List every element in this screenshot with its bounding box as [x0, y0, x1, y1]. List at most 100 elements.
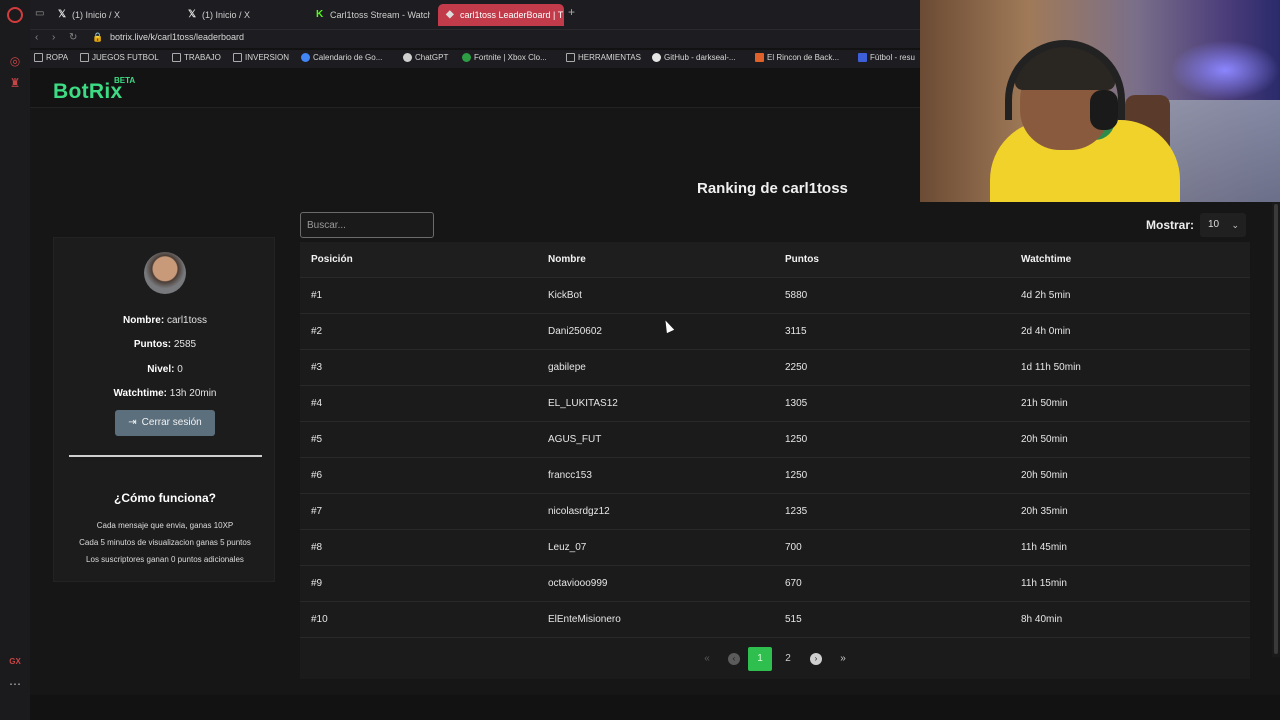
bookmark-label: INVERSION	[245, 53, 290, 62]
points-cell: 700	[785, 542, 802, 553]
points-cell: 1250	[785, 434, 808, 445]
divider	[69, 455, 262, 457]
bookmark-label: JUEGOS FUTBOL	[92, 53, 159, 62]
light-glow	[1170, 40, 1280, 100]
tab-x-1[interactable]: 𝕏 (1) Inicio / X	[50, 4, 170, 26]
calendar-icon	[301, 53, 310, 62]
column-header[interactable]: Nombre	[548, 242, 586, 278]
bookmark-ropa[interactable]: ROPA	[34, 53, 68, 62]
scrollbar[interactable]	[1272, 202, 1280, 657]
last-page-icon[interactable]: »	[832, 648, 854, 670]
table-row: #7 nicolasrdgz12 1235 20h 35min	[300, 494, 1250, 530]
watchtime-cell: 11h 45min	[1021, 542, 1067, 553]
bookmark-label: ChatGPT	[415, 53, 449, 62]
watchtime-cell: 20h 35min	[1021, 506, 1068, 517]
position-cell: #3	[311, 362, 323, 373]
gaming-icon[interactable]: ♜	[7, 75, 23, 91]
tab-x-2[interactable]: 𝕏 (1) Inicio / X	[180, 4, 300, 26]
name-cell: Leuz_07	[548, 542, 587, 553]
opera-logo-icon[interactable]	[7, 7, 23, 23]
position-cell: #9	[311, 578, 323, 589]
how-line: Los suscriptores ganan 0 puntos adiciona…	[86, 555, 244, 564]
column-header[interactable]: Puntos	[785, 242, 819, 278]
bookmark-futbol[interactable]: Fútbol - resu	[858, 53, 915, 62]
tab-label: (1) Inicio / X	[72, 10, 121, 20]
bookmark-github[interactable]: GitHub - darkseal-...	[652, 53, 736, 62]
name-cell: EL_LUKITAS12	[548, 398, 618, 409]
name-label: Nombre:	[123, 315, 165, 326]
screen: ◎ ♜ GX ⋯ ▭ 𝕏 (1) Inicio / X 𝕏 (1) Inicio /…	[0, 0, 1280, 720]
tab-menu-icon[interactable]: ▭	[35, 8, 44, 19]
watchtime-cell: 11h 15min	[1021, 578, 1067, 589]
position-cell: #10	[311, 614, 328, 625]
bookmark-rincon[interactable]: El Rincon de Back...	[755, 53, 839, 62]
position-cell: #6	[311, 470, 323, 481]
folder-icon	[172, 53, 181, 62]
forward-icon[interactable]: ›	[52, 32, 55, 43]
bookmark-label: HERRAMIENTAS	[578, 53, 641, 62]
new-tab-icon[interactable]: +	[568, 5, 575, 19]
name-cell: Dani250602	[548, 326, 602, 337]
table-header: Posición Nombre Puntos Watchtime	[300, 242, 1250, 278]
logout-button[interactable]: ⇥ Cerrar sesión	[115, 410, 215, 436]
folder-icon	[233, 53, 242, 62]
watchtime-cell: 20h 50min	[1021, 434, 1068, 445]
reload-icon[interactable]: ↻	[69, 32, 77, 43]
avatar	[144, 252, 186, 294]
tab-kick-stream[interactable]: K Carl1toss Stream - Watch	[308, 4, 430, 26]
points-value: 2585	[173, 339, 197, 350]
scrollbar-thumb[interactable]	[1274, 204, 1278, 654]
how-line: Cada 5 minutos de visualizacion ganas 5 …	[79, 538, 251, 547]
github-icon	[652, 53, 661, 62]
aria-icon[interactable]: ◎	[7, 53, 23, 69]
bookmark-juegos-futbol[interactable]: JUEGOS FUTBOL	[80, 53, 159, 62]
pagination: « ‹ 1 2 › »	[300, 642, 1250, 676]
column-header[interactable]: Posición	[311, 242, 353, 278]
profile-name: Nombre: carl1toss	[54, 315, 276, 326]
page-size-select[interactable]: 10 ⌄	[1200, 213, 1246, 237]
first-page-icon[interactable]: «	[696, 648, 718, 670]
prev-page-icon[interactable]: ‹	[728, 653, 740, 665]
bookmark-label: ROPA	[46, 53, 69, 62]
table-row: #5 AGUS_FUT 1250 20h 50min	[300, 422, 1250, 458]
name-cell: gabilepe	[548, 362, 586, 373]
folder-icon	[566, 53, 575, 62]
next-page-icon[interactable]: ›	[810, 653, 822, 665]
points-cell: 515	[785, 614, 802, 625]
table-row: #3 gabilepe 2250 1d 11h 50min	[300, 350, 1250, 386]
watchtime-label: Watchtime:	[113, 388, 168, 399]
bookmark-herramientas[interactable]: HERRAMIENTAS	[566, 53, 641, 62]
tab-leaderboard[interactable]: ◆ carl1toss LeaderBoard | T	[438, 4, 564, 26]
search-input[interactable]	[300, 212, 434, 238]
back-icon[interactable]: ‹	[35, 32, 38, 43]
url-text[interactable]: botrix.live/k/carl1toss/leaderboard	[110, 32, 244, 42]
bookmark-label: TRABAJO	[184, 53, 221, 62]
beta-badge: BETA	[114, 76, 136, 85]
tab-strip-icons[interactable]: ▭	[30, 8, 44, 19]
page-button-1[interactable]: 1	[748, 647, 772, 671]
watchtime-cell: 4d 2h 5min	[1021, 290, 1071, 301]
bookmark-trabajo[interactable]: TRABAJO	[172, 53, 221, 62]
position-cell: #4	[311, 398, 323, 409]
address-bar[interactable]: ‹ › ↻ 🔒 botrix.live/k/carl1toss/leaderbo…	[30, 30, 920, 48]
browser-sidebar: ◎ ♜ GX ⋯	[0, 0, 30, 720]
watchtime-value: 13h 20min	[169, 388, 217, 399]
page-button-2[interactable]: 2	[777, 648, 799, 670]
bookmark-fortnite[interactable]: Fortnite | Xbox Clo...	[462, 53, 547, 62]
bookmark-chatgpt[interactable]: ChatGPT	[403, 53, 448, 62]
kick-icon: K	[316, 9, 324, 20]
blogger-icon	[755, 53, 764, 62]
lock-icon: 🔒	[92, 32, 104, 42]
name-cell: nicolasrdgz12	[548, 506, 610, 517]
bookmark-calendario[interactable]: Calendario de Go...	[301, 53, 382, 62]
bookmark-inversion[interactable]: INVERSION	[233, 53, 289, 62]
tab-label: Carl1toss Stream - Watch	[330, 10, 430, 20]
more-icon[interactable]: ⋯	[7, 676, 23, 692]
table-row: #4 EL_LUKITAS12 1305 21h 50min	[300, 386, 1250, 422]
gx-label[interactable]: GX	[7, 654, 23, 670]
watchtime-cell: 8h 40min	[1021, 614, 1063, 625]
leaderboard-table: Posición Nombre Puntos Watchtime #1 KickB…	[300, 242, 1250, 679]
column-header[interactable]: Watchtime	[1021, 242, 1071, 278]
name-value: carl1toss	[166, 315, 207, 326]
brand-logo[interactable]: BotRix	[53, 80, 122, 104]
